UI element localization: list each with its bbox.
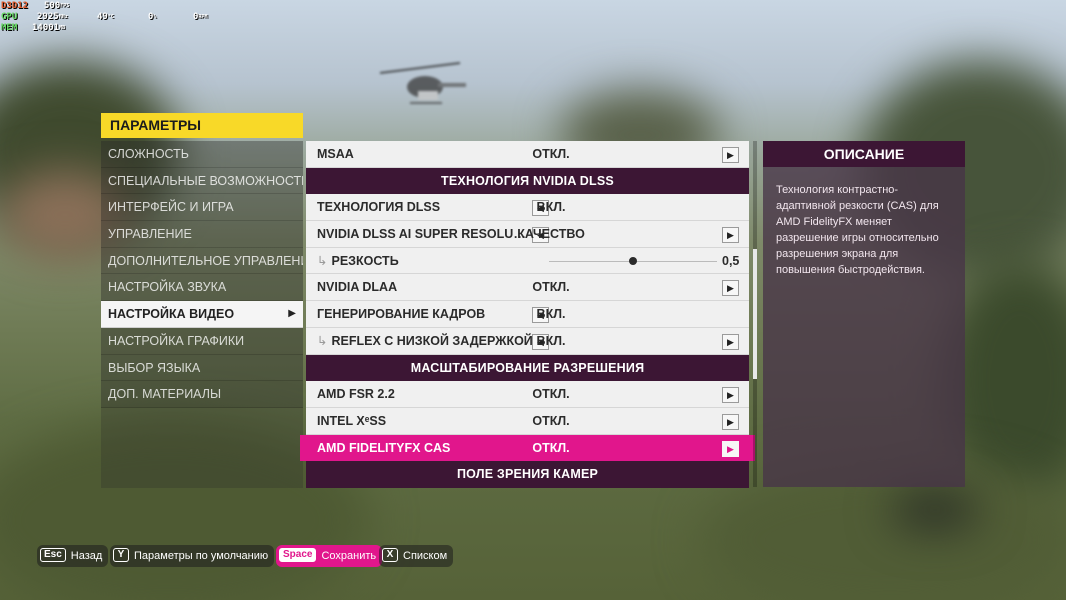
- setting-row-msaa[interactable]: MSAA ОТКЛ. ▶: [306, 141, 749, 168]
- setting-row-sharpness[interactable]: ↳ РЕЗКОСТЬ 0,5: [306, 247, 749, 275]
- menu-item-extras[interactable]: ДОП. МАТЕРИАЛЫ: [101, 381, 303, 408]
- menu-item-audio[interactable]: НАСТРОЙКА ЗВУКА: [101, 274, 303, 302]
- arrow-right-icon[interactable]: ▶: [722, 280, 739, 297]
- perf-fan-unit: RPM: [198, 14, 208, 20]
- hint-back[interactable]: Esc Назад: [37, 545, 109, 567]
- setting-row-dlss[interactable]: ТЕХНОЛОГИЯ DLSS ◀ ВКЛ.: [306, 194, 749, 222]
- perf-gpu-unit: MHz: [58, 14, 68, 20]
- scrollbar-thumb[interactable]: [753, 249, 757, 379]
- setting-row-dlss-super-resolution[interactable]: NVIDIA DLSS AI SUPER RESOLU… ◀ КАЧЕСТВО …: [306, 221, 749, 248]
- description-panel: ОПИСАНИЕ Технология контрастно-адаптивно…: [763, 141, 965, 487]
- perf-gpu-clock: 2925: [37, 12, 59, 22]
- section-header-camera-fov: ПОЛЕ ЗРЕНИЯ КАМЕР: [306, 461, 749, 488]
- perf-load-unit: %: [153, 14, 157, 20]
- setting-value: ОТКЛ.: [532, 440, 570, 455]
- setting-label: ТЕХНОЛОГИЯ DLSS: [317, 200, 441, 215]
- setting-row-fsr[interactable]: AMD FSR 2.2 ОТКЛ. ▶: [306, 381, 749, 408]
- perf-fps: 500: [44, 1, 61, 11]
- perf-temp-unit: °C: [107, 14, 114, 20]
- setting-value: ОТКЛ.: [532, 147, 570, 161]
- setting-label: AMD FIDELITYFX CAS: [317, 440, 451, 455]
- setting-label: AMD FSR 2.2: [317, 387, 395, 402]
- perf-fps-unit: FPS: [60, 3, 70, 9]
- arrow-right-icon[interactable]: ▶: [722, 333, 739, 350]
- menu-item-label: НАСТРОЙКА ВИДЕО: [108, 307, 235, 322]
- x-key-icon: X: [382, 548, 398, 563]
- setting-value: ВКЛ.: [536, 307, 566, 322]
- menu-item-label: ВЫБОР ЯЗЫКА: [108, 360, 201, 375]
- setting-row-dlaa[interactable]: NVIDIA DLAA ОТКЛ. ▶: [306, 274, 749, 302]
- setting-label: INTEL XᵉSS: [317, 413, 387, 428]
- description-title: ОПИСАНИЕ: [763, 141, 965, 167]
- hint-label: Списком: [403, 550, 448, 562]
- setting-label: MSAA: [317, 147, 354, 161]
- perf-label-api: D3D12: [1, 1, 29, 11]
- space-key-icon: Space: [279, 548, 317, 563]
- settings-scrollbar[interactable]: [753, 141, 757, 487]
- sharpness-slider-knob[interactable]: [629, 256, 637, 265]
- menu-item-label: НАСТРОЙКА ГРАФИКИ: [108, 333, 245, 348]
- description-text: Технология контрастно-адаптивной резкост…: [776, 184, 939, 276]
- arrow-right-icon[interactable]: ▶: [722, 227, 739, 244]
- menu-header: ПАРАМЕТРЫ: [101, 113, 303, 138]
- setting-label: РЕЗКОСТЬ: [331, 253, 399, 268]
- hint-save[interactable]: Space Сохранить: [276, 545, 383, 567]
- hint-defaults[interactable]: Y Параметры по умолчанию: [110, 545, 275, 567]
- menu-empty-area: [101, 407, 303, 488]
- arrow-right-icon[interactable]: ▶: [722, 440, 739, 457]
- setting-label: ГЕНЕРИРОВАНИЕ КАДРОВ: [317, 307, 486, 322]
- setting-value: ОТКЛ.: [532, 413, 570, 428]
- perf-mem: 14001: [32, 23, 60, 33]
- menu-item-label: СПЕЦИАЛЬНЫЕ ВОЗМОЖНОСТИ: [108, 173, 303, 188]
- sub-setting-arrow-icon: ↳: [317, 333, 328, 348]
- perf-label-gpu: GPU: [1, 12, 18, 22]
- perf-label-mem: MEM: [1, 23, 18, 33]
- menu-item-label: ИНТЕРФЕЙС И ИГРА: [108, 200, 234, 215]
- helicopter-silhouette: [380, 62, 466, 104]
- menu-item-advanced-controls[interactable]: ДОПОЛНИТЕЛЬНОЕ УПРАВЛЕНИЕ: [101, 247, 303, 275]
- hint-list-view[interactable]: X Списком: [379, 545, 454, 567]
- setting-value: ВКЛ.: [536, 200, 566, 215]
- hint-label: Сохранить: [321, 550, 377, 562]
- sub-setting-arrow-icon: ↳: [317, 253, 328, 268]
- menu-item-accessibility[interactable]: СПЕЦИАЛЬНЫЕ ВОЗМОЖНОСТИ: [101, 167, 303, 195]
- perf-temp: 49: [97, 12, 108, 22]
- hint-label: Параметры по умолчанию: [134, 550, 269, 562]
- menu-item-difficulty[interactable]: СЛОЖНОСТЬ: [101, 141, 303, 168]
- menu-item-label: ДОП. МАТЕРИАЛЫ: [108, 387, 222, 402]
- menu-item-video[interactable]: НАСТРОЙКА ВИДЕО ▶: [101, 301, 303, 328]
- menu-item-language[interactable]: ВЫБОР ЯЗЫКА: [101, 354, 303, 382]
- arrow-right-icon: ▶: [288, 308, 296, 320]
- setting-row-cas[interactable]: AMD FIDELITYFX CAS ОТКЛ. ▶: [300, 434, 755, 462]
- setting-row-frame-generation[interactable]: ГЕНЕРИРОВАНИЕ КАДРОВ ◀ ВКЛ.: [306, 301, 749, 328]
- arrow-right-icon[interactable]: ▶: [722, 387, 739, 404]
- arrow-right-icon[interactable]: ▶: [722, 413, 739, 430]
- hint-label: Назад: [70, 550, 103, 562]
- setting-row-xess[interactable]: INTEL XᵉSS ОТКЛ. ▶: [306, 407, 749, 435]
- menu-item-label: НАСТРОЙКА ЗВУКА: [108, 280, 227, 295]
- menu-item-controls[interactable]: УПРАВЛЕНИЕ: [101, 221, 303, 248]
- setting-value: ОТКЛ.: [532, 387, 570, 402]
- video-settings-list: MSAA ОТКЛ. ▶ ТЕХНОЛОГИЯ NVIDIA DLSS ТЕХН…: [300, 141, 755, 488]
- y-key-icon: Y: [113, 548, 129, 563]
- section-header-resolution-scaling: МАСШТАБИРОВАНИЕ РАЗРЕШЕНИЯ: [306, 354, 749, 382]
- setting-value: КАЧЕСТВО: [517, 227, 585, 242]
- esc-key-icon: Esc: [40, 548, 66, 563]
- setting-row-reflex[interactable]: ↳ REFLEX С НИЗКОЙ ЗАДЕРЖКОЙ ◀ ВКЛ. ▶: [306, 327, 749, 355]
- setting-value: 0,5: [722, 253, 740, 268]
- arrow-right-icon[interactable]: ▶: [722, 147, 739, 163]
- menu-item-graphics[interactable]: НАСТРОЙКА ГРАФИКИ: [101, 327, 303, 355]
- setting-value: ОТКЛ.: [532, 280, 570, 295]
- setting-label: NVIDIA DLAA: [317, 280, 398, 295]
- menu-item-label: УПРАВЛЕНИЕ: [108, 227, 192, 242]
- menu-item-label: ДОПОЛНИТЕЛЬНОЕ УПРАВЛЕНИЕ: [108, 253, 303, 268]
- setting-value: ВКЛ.: [536, 333, 566, 348]
- section-header-dlss: ТЕХНОЛОГИЯ NVIDIA DLSS: [306, 167, 749, 195]
- menu-item-interface[interactable]: ИНТЕРФЕЙС И ИГРА: [101, 194, 303, 222]
- perf-mem-unit: MB: [59, 25, 66, 31]
- settings-category-menu: ПАРАМЕТРЫ СЛОЖНОСТЬ СПЕЦИАЛЬНЫЕ ВОЗМОЖНО…: [101, 113, 303, 488]
- menu-item-label: СЛОЖНОСТЬ: [108, 147, 190, 161]
